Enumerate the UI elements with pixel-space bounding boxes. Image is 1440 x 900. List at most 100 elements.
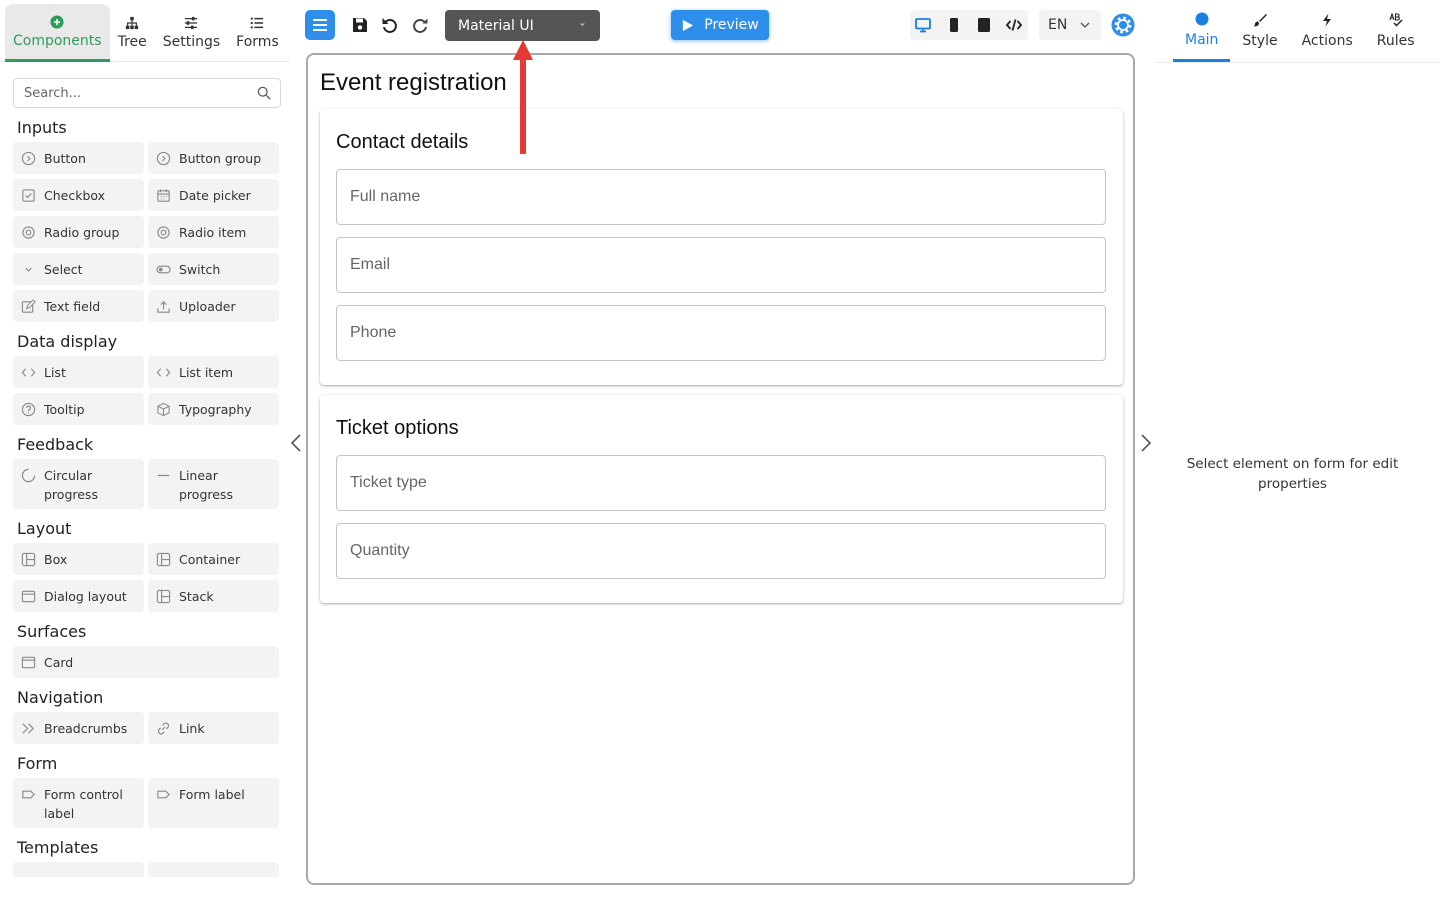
tab-settings[interactable]: Settings bbox=[155, 4, 228, 62]
left-tabs: Components Tree Settings Forms bbox=[0, 0, 290, 62]
form-canvas[interactable]: Event registration Contact details Full … bbox=[306, 53, 1135, 885]
component-list-item[interactable]: List item bbox=[148, 356, 279, 388]
component-select-label: Select bbox=[44, 261, 83, 277]
component-linear-progress[interactable]: Linear progress bbox=[148, 459, 279, 509]
tag-icon bbox=[22, 790, 35, 799]
ticket-type-field[interactable]: Ticket type bbox=[336, 455, 1106, 511]
undo-icon[interactable] bbox=[381, 16, 399, 34]
ticket-options-card[interactable]: Ticket options Ticket type Quantity bbox=[320, 395, 1123, 603]
section-templates: Templates bbox=[17, 838, 99, 857]
component-link-label: Link bbox=[179, 720, 205, 736]
component-radio-item[interactable]: Radio item bbox=[148, 216, 279, 248]
collapse-right-arrow-icon[interactable] bbox=[1139, 433, 1153, 453]
upload-icon bbox=[157, 300, 170, 313]
full-name-field[interactable]: Full name bbox=[336, 169, 1106, 225]
component-date-picker[interactable]: Date picker bbox=[148, 179, 279, 211]
code-brackets-icon bbox=[156, 367, 171, 377]
layout-icon bbox=[156, 589, 171, 603]
caret-down-icon bbox=[579, 23, 586, 26]
component-uploader[interactable]: Uploader bbox=[148, 290, 279, 322]
redo-icon[interactable] bbox=[411, 16, 429, 34]
component-card[interactable]: Card bbox=[13, 646, 279, 678]
language-select[interactable]: EN bbox=[1039, 10, 1101, 40]
contact-details-card[interactable]: Contact details Full name Email Phone bbox=[320, 109, 1123, 385]
component-list[interactable]: List bbox=[13, 356, 144, 388]
component-switch[interactable]: Switch bbox=[148, 253, 279, 285]
tree-icon bbox=[126, 16, 139, 30]
component-button-label: Button bbox=[44, 150, 86, 166]
component-link[interactable]: Link bbox=[148, 712, 279, 744]
component-radio-group[interactable]: Radio group bbox=[13, 216, 144, 248]
dot-icon bbox=[1195, 12, 1209, 25]
tab-style-label: Style bbox=[1242, 33, 1278, 49]
mobile-icon[interactable] bbox=[946, 17, 962, 33]
link-icon bbox=[157, 721, 170, 735]
component-container-label: Container bbox=[179, 551, 241, 567]
tab-components[interactable]: Components bbox=[5, 4, 110, 62]
component-form-control-label[interactable]: Form control label bbox=[13, 778, 144, 828]
component-dialog-layout[interactable]: Dialog layout bbox=[13, 580, 144, 612]
list-icon bbox=[251, 17, 264, 29]
component-tooltip[interactable]: Tooltip bbox=[13, 393, 144, 425]
circle-arrow-icon bbox=[21, 151, 36, 165]
chevron-down-icon bbox=[25, 267, 32, 272]
desktop-icon[interactable] bbox=[915, 17, 931, 33]
tab-rules[interactable]: Rules bbox=[1365, 0, 1427, 62]
tab-main[interactable]: Main bbox=[1173, 0, 1231, 62]
tab-tree-label: Tree bbox=[117, 34, 147, 50]
component-checkbox[interactable]: Checkbox bbox=[13, 179, 144, 211]
tab-main-label: Main bbox=[1185, 31, 1219, 48]
templates-grid bbox=[13, 862, 283, 877]
tab-forms[interactable]: Forms bbox=[228, 4, 287, 62]
component-container[interactable]: Container bbox=[148, 543, 279, 575]
theme-select[interactable]: Material UI bbox=[445, 10, 600, 41]
component-select[interactable]: Select bbox=[13, 253, 144, 285]
phone-field[interactable]: Phone bbox=[336, 305, 1106, 361]
component-template-placeholder[interactable] bbox=[13, 862, 144, 877]
component-button[interactable]: Button bbox=[13, 142, 144, 174]
component-box[interactable]: Box bbox=[13, 543, 144, 575]
feedback-grid: Circular progress Linear progress bbox=[13, 459, 283, 509]
component-text-field[interactable]: Text field bbox=[13, 290, 144, 322]
menu-button[interactable] bbox=[305, 10, 335, 40]
ticket-options-title[interactable]: Ticket options bbox=[336, 417, 459, 440]
tab-actions[interactable]: Actions bbox=[1290, 0, 1365, 62]
component-breadcrumbs[interactable]: Breadcrumbs bbox=[13, 712, 144, 744]
save-icon[interactable] bbox=[351, 16, 369, 34]
form-grid: Form control label Form label bbox=[13, 778, 283, 828]
search-icon[interactable] bbox=[257, 86, 271, 100]
checkbox-icon bbox=[22, 188, 35, 202]
component-stack[interactable]: Stack bbox=[148, 580, 279, 612]
gear-icon[interactable] bbox=[1111, 13, 1135, 37]
components-panel: Components Tree Settings Forms Inputs bbox=[0, 0, 290, 900]
radio-icon bbox=[22, 225, 35, 239]
contact-details-title[interactable]: Contact details bbox=[336, 131, 468, 154]
tab-style[interactable]: Style bbox=[1230, 0, 1289, 62]
component-template-placeholder[interactable] bbox=[148, 862, 279, 877]
edit-icon bbox=[21, 298, 36, 313]
code-icon[interactable] bbox=[1006, 17, 1022, 33]
tablet-icon[interactable] bbox=[976, 17, 992, 33]
component-form-label[interactable]: Form label bbox=[148, 778, 279, 828]
component-typography[interactable]: Typography bbox=[148, 393, 279, 425]
email-field[interactable]: Email bbox=[336, 237, 1106, 293]
inputs-grid: Button Button group Checkbox Date picker… bbox=[13, 142, 283, 322]
navigation-grid: Breadcrumbs Link bbox=[13, 712, 283, 744]
form-title[interactable]: Event registration bbox=[320, 69, 507, 97]
preview-button[interactable]: Preview bbox=[671, 10, 769, 40]
cube-icon bbox=[157, 402, 170, 416]
collapse-left-arrow-icon[interactable] bbox=[289, 433, 303, 453]
quantity-field[interactable]: Quantity bbox=[336, 523, 1106, 579]
component-circular-progress[interactable]: Circular progress bbox=[13, 459, 144, 509]
tab-components-label: Components bbox=[13, 32, 102, 49]
search-input[interactable] bbox=[14, 79, 244, 107]
code-brackets-icon bbox=[21, 367, 36, 377]
tab-tree[interactable]: Tree bbox=[110, 4, 155, 62]
component-card-label: Card bbox=[44, 654, 74, 670]
language-select-value: EN bbox=[1048, 17, 1068, 33]
section-data-display: Data display bbox=[17, 332, 118, 351]
chevron-down-icon bbox=[1080, 22, 1090, 28]
theme-select-value: Material UI bbox=[458, 17, 534, 34]
tab-settings-label: Settings bbox=[162, 34, 221, 50]
component-button-group[interactable]: Button group bbox=[148, 142, 279, 174]
